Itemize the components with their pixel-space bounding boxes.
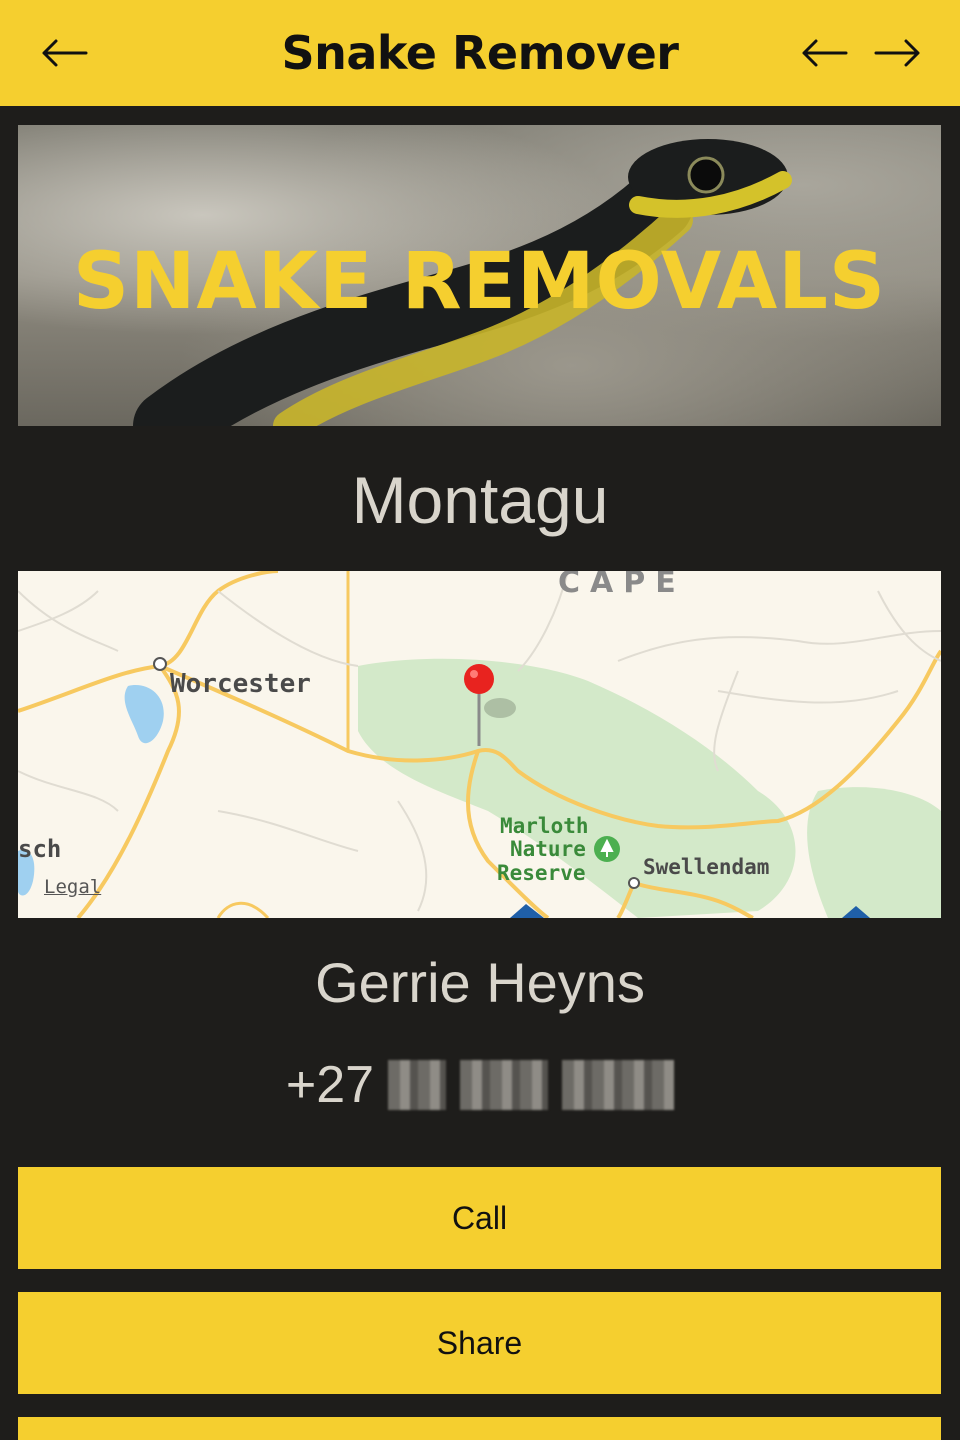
place-label-swellendam: Swellendam <box>643 855 770 879</box>
arrow-right-icon <box>874 39 920 67</box>
top-bar: Snake Remover <box>0 0 960 106</box>
phone-number: +27 <box>0 1055 960 1115</box>
town-name: Montagu <box>351 463 609 537</box>
share-button[interactable]: Share <box>18 1292 941 1394</box>
legal-link[interactable]: Legal <box>44 876 101 898</box>
banner-heading: SNAKE REMOVALS <box>72 237 887 327</box>
location-map[interactable]: CAPE Worcester Marloth Nature Reserve Sw… <box>18 571 941 918</box>
banner-image: SNAKE REMOVALS <box>18 125 941 426</box>
region-label: CAPE <box>558 571 686 600</box>
call-button[interactable]: Call <box>18 1167 941 1269</box>
place-label-worcester: Worcester <box>170 669 311 699</box>
redacted-block <box>388 1060 447 1110</box>
next-action-button[interactable] <box>18 1417 941 1440</box>
place-label-partial: sch <box>18 835 62 863</box>
place-label-reserve: Reserve <box>497 861 586 885</box>
arrow-left-icon <box>802 39 848 67</box>
previous-button[interactable] <box>794 28 854 78</box>
next-button[interactable] <box>868 28 928 78</box>
redacted-block <box>460 1060 549 1110</box>
place-label-marloth: Marloth <box>500 814 589 838</box>
phone-prefix: +27 <box>285 1056 375 1114</box>
redacted-block <box>562 1060 675 1110</box>
contact-name: Gerrie Heyns <box>315 951 645 1014</box>
place-label-nature: Nature <box>510 837 586 861</box>
map-roads <box>18 571 941 918</box>
